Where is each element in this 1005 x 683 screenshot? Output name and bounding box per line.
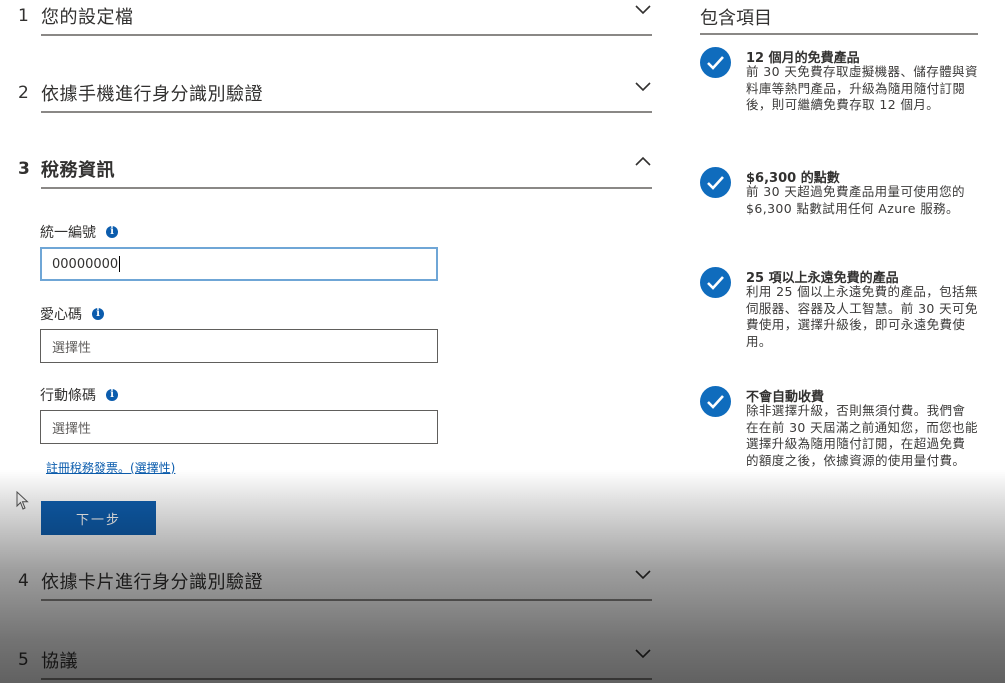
- info-icon[interactable]: i: [106, 389, 118, 401]
- check-circle-icon: [700, 267, 731, 298]
- benefit-description: 除非選擇升級，否則無須付費。我們會在在前 30 天屆滿之前通知您，而您也能選擇升…: [746, 403, 978, 468]
- barcode-label-row: 行動條碼 i: [40, 385, 118, 405]
- info-icon[interactable]: i: [92, 308, 104, 320]
- info-icon[interactable]: i: [106, 226, 118, 238]
- step-title: 稅務資訊: [41, 160, 115, 181]
- included-items-panel: 包含項目 12 個月的免費產品 前 30 天免費存取虛擬機器、儲存體與資料庫等熱…: [700, 0, 1005, 683]
- check-circle-icon: [700, 386, 731, 417]
- included-title: 包含項目: [700, 8, 772, 29]
- step-number: 3: [18, 159, 30, 179]
- love-code-label: 愛心碼: [40, 307, 82, 323]
- check-circle-icon: [700, 47, 731, 78]
- step-profile[interactable]: 1 您的設定檔: [18, 0, 652, 36]
- love-code-input[interactable]: 選擇性: [40, 329, 438, 363]
- tax-id-label-row: 統一編號 i: [40, 222, 118, 242]
- step-agreement[interactable]: 5 協議: [18, 640, 652, 680]
- mobile-barcode-input[interactable]: 選擇性: [40, 410, 438, 444]
- step-title: 依據卡片進行身分識別驗證: [41, 572, 263, 593]
- love-code-label-row: 愛心碼 i: [40, 304, 104, 324]
- step-number: 4: [18, 571, 29, 591]
- step-title: 協議: [41, 651, 78, 672]
- benefit-description: 利用 25 個以上永遠免費的產品，包括無伺服器、容器及人工智慧。前 30 天可免…: [746, 284, 978, 349]
- signup-steps-panel: 1 您的設定檔 2 依據手機進行身分識別驗證 3 稅務資訊 統一編號 i 000…: [0, 0, 670, 683]
- benefit-description: 前 30 天超過免費產品用量可使用您的 $6,300 點數試用任何 Azure …: [746, 184, 965, 216]
- register-tax-invoice-link[interactable]: 註冊稅務發票。(選擇性): [46, 459, 175, 476]
- step-title: 依據手機進行身分識別驗證: [41, 84, 263, 105]
- barcode-placeholder: 選擇性: [52, 421, 92, 437]
- mouse-pointer-icon: [16, 491, 29, 510]
- love-code-placeholder: 選擇性: [52, 340, 92, 356]
- step-card-verification[interactable]: 4 依據卡片進行身分識別驗證: [18, 561, 652, 601]
- chevron-down-icon[interactable]: [634, 644, 652, 662]
- tax-id-label: 統一編號: [40, 225, 96, 241]
- check-circle-icon: [700, 167, 731, 198]
- tax-id-input[interactable]: 00000000: [40, 247, 438, 281]
- text-cursor: [119, 256, 121, 272]
- barcode-label: 行動條碼: [40, 388, 96, 404]
- chevron-down-icon[interactable]: [634, 565, 652, 583]
- step-divider: [41, 678, 652, 680]
- step-number: 2: [18, 83, 29, 103]
- included-divider: [700, 33, 978, 35]
- benefit-description: 前 30 天免費存取虛擬機器、儲存體與資料庫等熱門產品，升級為隨用隨付訂閱後，則…: [746, 64, 978, 112]
- step-phone-verification[interactable]: 2 依據手機進行身分識別驗證: [18, 73, 652, 113]
- step-number: 5: [18, 650, 29, 670]
- step-divider: [41, 599, 652, 601]
- step-number: 1: [18, 6, 29, 26]
- step-divider: [41, 34, 652, 36]
- next-button[interactable]: 下一步: [41, 501, 156, 535]
- chevron-down-icon[interactable]: [634, 0, 652, 18]
- step-tax-info[interactable]: 3 稅務資訊: [18, 149, 652, 189]
- step-divider: [41, 111, 652, 113]
- tax-id-value: 00000000: [52, 256, 119, 272]
- step-title: 您的設定檔: [41, 7, 134, 28]
- chevron-up-icon[interactable]: [634, 153, 652, 171]
- step-divider: [41, 187, 652, 189]
- chevron-down-icon[interactable]: [634, 77, 652, 95]
